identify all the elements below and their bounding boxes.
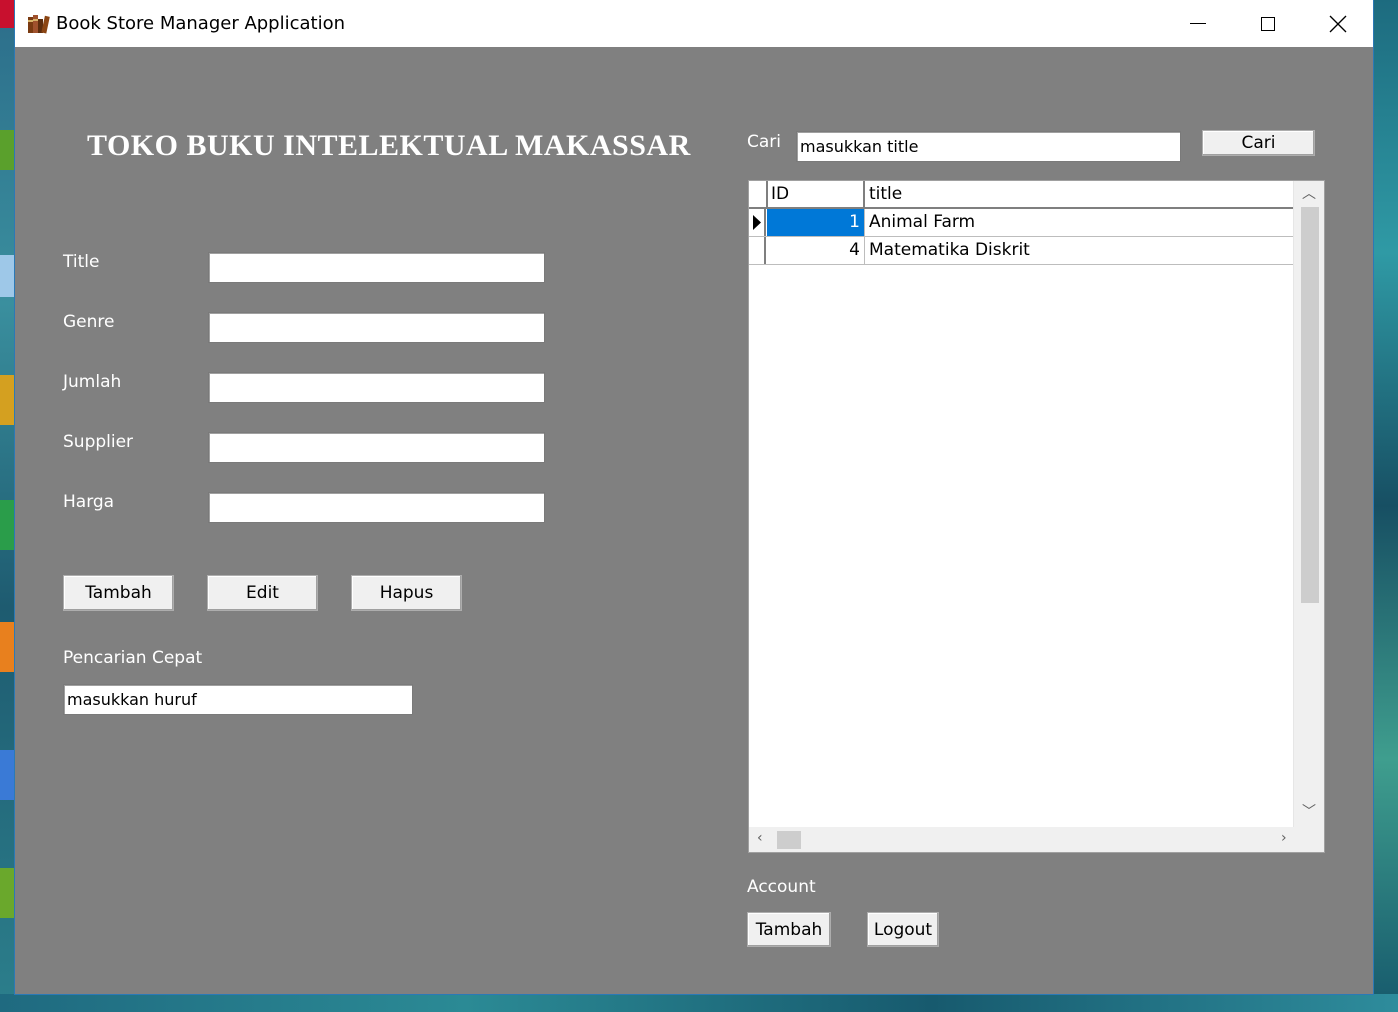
title-label: Title (63, 252, 100, 272)
desktop-icon[interactable] (0, 750, 16, 800)
minimize-button[interactable] (1163, 0, 1233, 47)
scrollbar-corner (1294, 827, 1324, 852)
table-row[interactable]: 1 Animal Farm (749, 209, 1294, 237)
desktop-background-right (1373, 0, 1398, 1012)
cell-title[interactable]: Matematika Diskrit (865, 237, 1294, 264)
account-label: Account (747, 877, 816, 897)
logout-button[interactable]: Logout (867, 912, 939, 947)
scroll-down-icon[interactable]: ﹀ (1302, 801, 1316, 821)
jumlah-input[interactable] (208, 372, 545, 403)
close-button[interactable] (1303, 0, 1373, 47)
quick-search-label: Pencarian Cepat (63, 648, 203, 668)
books-icon (26, 11, 50, 35)
edit-button[interactable]: Edit (207, 575, 318, 611)
horizontal-scrollbar[interactable]: ‹ › (749, 827, 1296, 852)
close-icon (1329, 15, 1347, 32)
column-header-title[interactable]: title (865, 181, 1294, 207)
grid-corner-header (749, 181, 768, 207)
minimize-icon (1190, 23, 1206, 24)
desktop-icon[interactable] (0, 375, 16, 425)
title-input[interactable] (208, 252, 545, 283)
desktop-icon[interactable] (0, 130, 16, 170)
desktop-background-left (0, 0, 16, 1012)
desktop-icon[interactable] (0, 868, 16, 918)
desktop-icon[interactable] (0, 0, 16, 28)
maximize-icon (1261, 16, 1275, 31)
harga-input[interactable] (208, 492, 545, 523)
horizontal-scroll-thumb[interactable] (777, 831, 801, 849)
account-tambah-button[interactable]: Tambah (747, 912, 831, 947)
supplier-label: Supplier (63, 432, 134, 452)
quick-search-input[interactable] (63, 684, 413, 715)
current-row-arrow-icon (753, 215, 761, 230)
window-title: Book Store Manager Application (56, 13, 346, 34)
desktop-icon[interactable] (0, 622, 16, 672)
books-grid[interactable]: ID title 1 Animal Farm 4 Matematika Disk… (748, 180, 1325, 853)
column-header-id[interactable]: ID (767, 181, 865, 207)
table-row[interactable]: 4 Matematika Diskrit (749, 237, 1294, 265)
row-header[interactable] (749, 237, 766, 264)
search-input[interactable] (796, 131, 1181, 162)
genre-label: Genre (63, 312, 115, 332)
vertical-scroll-thumb[interactable] (1301, 207, 1319, 603)
desktop-icon[interactable] (0, 500, 16, 550)
cell-id[interactable]: 1 (767, 209, 865, 236)
cell-id[interactable]: 4 (767, 237, 865, 264)
desktop-background-bottom (0, 994, 1398, 1012)
cell-title[interactable]: Animal Farm (865, 209, 1294, 236)
scroll-up-icon[interactable]: ︿ (1302, 183, 1316, 203)
search-label: Cari (747, 132, 781, 152)
vertical-scrollbar[interactable]: ︿ ﹀ (1293, 181, 1324, 828)
app-window: Book Store Manager Application TOKO BUKU… (15, 0, 1373, 994)
title-bar[interactable]: Book Store Manager Application (15, 0, 1373, 47)
hapus-button[interactable]: Hapus (351, 575, 462, 611)
search-button[interactable]: Cari (1202, 130, 1315, 156)
grid-header: ID title (749, 181, 1294, 209)
scroll-left-icon[interactable]: ‹ (757, 830, 763, 846)
scroll-right-icon[interactable]: › (1281, 830, 1287, 846)
supplier-input[interactable] (208, 432, 545, 463)
genre-input[interactable] (208, 312, 545, 343)
desktop-icon[interactable] (0, 255, 16, 297)
jumlah-label: Jumlah (63, 372, 122, 392)
form-client-area: TOKO BUKU INTELEKTUAL MAKASSAR Title Gen… (15, 47, 1373, 994)
maximize-button[interactable] (1233, 0, 1303, 47)
harga-label: Harga (63, 492, 115, 512)
tambah-button[interactable]: Tambah (63, 575, 174, 611)
row-header[interactable] (749, 209, 766, 236)
page-title: TOKO BUKU INTELEKTUAL MAKASSAR (87, 129, 691, 162)
